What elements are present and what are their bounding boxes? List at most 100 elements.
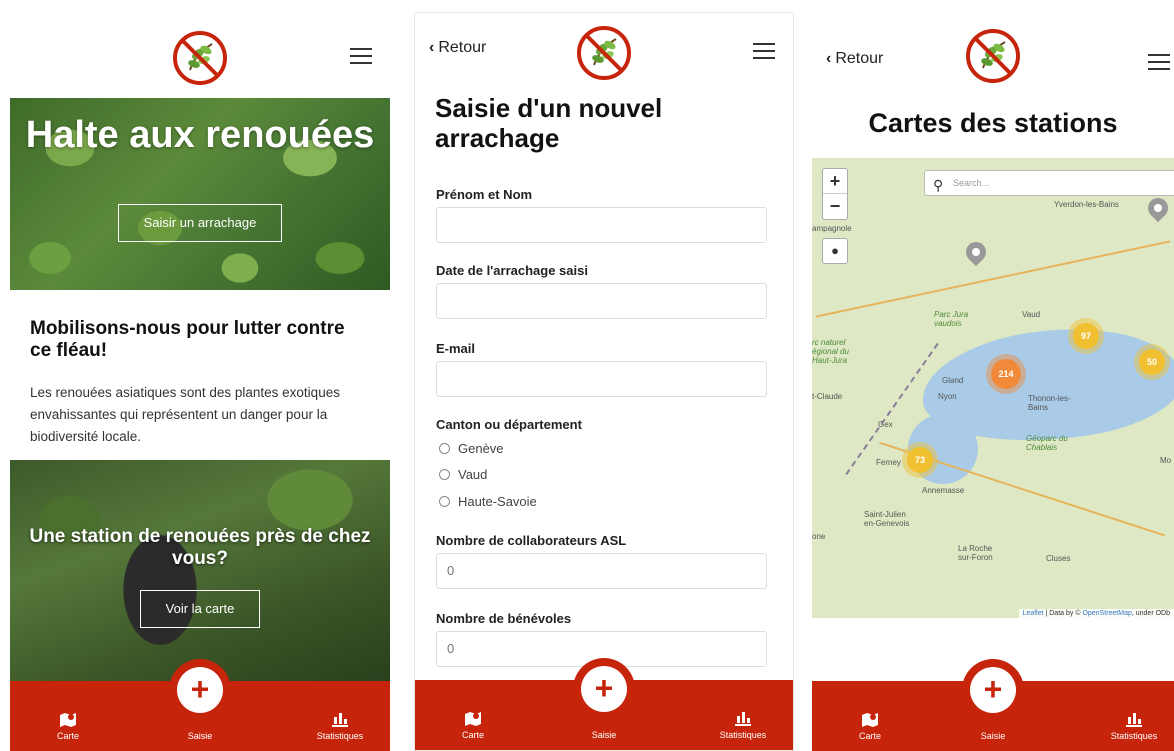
radio-circle-icon bbox=[439, 443, 450, 454]
cluster-count: 214 bbox=[991, 359, 1021, 389]
place-label: Saint-Julien en-Genevois bbox=[864, 510, 910, 528]
plus-icon: + bbox=[581, 666, 627, 712]
form-screen: ‹ Retour Saisie d'un nouvel arrachage Pré… bbox=[414, 12, 794, 751]
bar-chart-icon bbox=[735, 712, 751, 726]
map-screen: ‹ Retour Cartes des stations ampagnole Yv… bbox=[812, 22, 1174, 751]
place-label: Nyon bbox=[938, 392, 957, 401]
leaflet-link[interactable]: Leaflet bbox=[1023, 610, 1044, 617]
place-label: rc naturel égional du Haut-Jura bbox=[812, 338, 849, 365]
date-field[interactable] bbox=[436, 283, 767, 319]
menu-icon[interactable] bbox=[1148, 54, 1170, 70]
cluster-count: 97 bbox=[1073, 323, 1099, 349]
radio-circle-icon bbox=[439, 469, 450, 480]
map-icon bbox=[862, 713, 878, 727]
place-label: Cluses bbox=[1046, 554, 1071, 563]
place-label: Ferney bbox=[876, 458, 901, 467]
place-label: Parc Jura vaudois bbox=[934, 310, 969, 328]
place-label: La Roche sur-Foron bbox=[958, 544, 993, 562]
name-field[interactable] bbox=[436, 207, 767, 243]
station-map[interactable]: ampagnole Yverdon-les-Bains Parc Jura va… bbox=[812, 158, 1174, 618]
cluster-marker[interactable]: 73 bbox=[902, 442, 938, 478]
osm-link[interactable]: OpenStreetMap bbox=[1082, 610, 1131, 617]
bar-chart-icon bbox=[332, 713, 348, 727]
back-label: Retour bbox=[835, 50, 884, 67]
no-knotweed-logo-icon[interactable] bbox=[965, 28, 1021, 84]
home-screen: Halte aux renouées Saisir un arrachage M… bbox=[10, 14, 390, 751]
menu-icon[interactable] bbox=[350, 48, 372, 64]
station-banner: Une station de renouées près de chez vou… bbox=[10, 460, 390, 684]
back-button[interactable]: ‹ Retour bbox=[429, 39, 486, 57]
locate-me-button[interactable]: ● bbox=[822, 238, 848, 264]
add-entry-button[interactable]: + bbox=[169, 659, 231, 721]
station-marker[interactable] bbox=[961, 237, 991, 267]
bottom-nav: Carte + Saisie Statistiques bbox=[10, 659, 390, 751]
bar-chart-icon bbox=[1126, 713, 1142, 727]
map-attribution: Leaflet | Data by © OpenStreetMap, under… bbox=[1018, 609, 1174, 618]
form-title: Saisie d'un nouvel arrachage bbox=[435, 93, 663, 153]
add-entry-button[interactable]: + bbox=[573, 658, 635, 720]
menu-icon[interactable] bbox=[753, 43, 775, 59]
form-header: ‹ Retour bbox=[415, 13, 793, 97]
map-title: Cartes des stations bbox=[868, 108, 1118, 138]
radio-haute-savoie[interactable]: Haute-Savoie bbox=[439, 494, 537, 509]
station-marker[interactable] bbox=[1143, 193, 1173, 223]
volunteers-label: Nombre de bénévoles bbox=[436, 611, 572, 626]
back-label: Retour bbox=[438, 39, 487, 56]
location-pin-icon: ● bbox=[831, 243, 839, 258]
cluster-marker[interactable]: 97 bbox=[1068, 318, 1104, 354]
bottom-nav: Carte + Saisie Statistiques bbox=[415, 658, 793, 750]
place-label: Thonon-les-Bains bbox=[1028, 394, 1071, 412]
radio-geneve[interactable]: Genève bbox=[439, 441, 504, 456]
zoom-in-button[interactable]: + bbox=[823, 169, 847, 194]
chevron-left-icon: ‹ bbox=[429, 39, 435, 56]
add-entry-button[interactable]: + bbox=[962, 659, 1024, 721]
hero-banner: Halte aux renouées Saisir un arrachage bbox=[10, 98, 390, 290]
zoom-out-button[interactable]: − bbox=[823, 194, 847, 219]
radio-geneve-label: Genève bbox=[458, 441, 504, 456]
place-label: t-Claude bbox=[812, 392, 843, 401]
nav-stats-label: Statistiques bbox=[316, 731, 364, 741]
nav-stats-label: Statistiques bbox=[1110, 731, 1158, 741]
nav-stats-label: Statistiques bbox=[719, 730, 767, 740]
back-button[interactable]: ‹ Retour bbox=[826, 50, 883, 68]
road-line bbox=[815, 240, 1171, 318]
map-search-input[interactable]: ⚲ Search... bbox=[924, 170, 1174, 196]
place-label: ampagnole bbox=[812, 224, 852, 233]
view-map-button[interactable]: Voir la carte bbox=[140, 590, 260, 628]
attribution-end: , under ODb bbox=[1131, 610, 1170, 617]
attribution-text: | Data by © bbox=[1043, 610, 1083, 617]
place-label: Géoparc du Chablais bbox=[1026, 434, 1068, 452]
cluster-count: 73 bbox=[907, 447, 933, 473]
bottom-nav: Carte + Saisie Statistiques bbox=[812, 659, 1174, 751]
enter-removal-button[interactable]: Saisir un arrachage bbox=[118, 204, 282, 242]
place-label: Gex bbox=[878, 420, 893, 429]
place-label: Mo bbox=[1160, 456, 1172, 465]
place-label: Yverdon-les-Bains bbox=[1054, 200, 1119, 209]
name-label: Prénom et Nom bbox=[436, 187, 533, 202]
date-label: Date de l'arrachage saisi bbox=[436, 263, 588, 278]
chevron-left-icon: ‹ bbox=[826, 50, 832, 67]
canton-label: Canton ou département bbox=[436, 417, 582, 432]
intro-paragraph: Les renouées asiatiques sont des plantes… bbox=[30, 385, 340, 444]
map-search-placeholder: Search... bbox=[953, 178, 990, 188]
place-label: one bbox=[812, 532, 826, 541]
asl-field[interactable]: 0 bbox=[436, 553, 767, 589]
radio-vaud[interactable]: Vaud bbox=[439, 467, 487, 482]
radio-vaud-label: Vaud bbox=[458, 467, 488, 482]
nav-stats[interactable]: Statistiques bbox=[703, 710, 783, 740]
place-label: Gland bbox=[942, 376, 964, 385]
place-label: Vaud bbox=[1022, 310, 1041, 319]
nav-stats[interactable]: Statistiques bbox=[300, 711, 380, 741]
cluster-count: 50 bbox=[1139, 349, 1165, 375]
no-knotweed-logo-icon[interactable] bbox=[172, 30, 228, 86]
map-icon bbox=[60, 713, 76, 727]
zoom-control: + − bbox=[822, 168, 848, 220]
email-field[interactable] bbox=[436, 361, 767, 397]
search-icon: ⚲ bbox=[933, 177, 944, 193]
no-knotweed-logo-icon[interactable] bbox=[576, 25, 632, 81]
home-header bbox=[10, 14, 390, 98]
cluster-marker[interactable]: 214 bbox=[986, 354, 1026, 394]
cluster-marker[interactable]: 50 bbox=[1134, 344, 1170, 380]
nav-stats[interactable]: Statistiques bbox=[1094, 711, 1174, 741]
plus-icon: + bbox=[970, 667, 1016, 713]
